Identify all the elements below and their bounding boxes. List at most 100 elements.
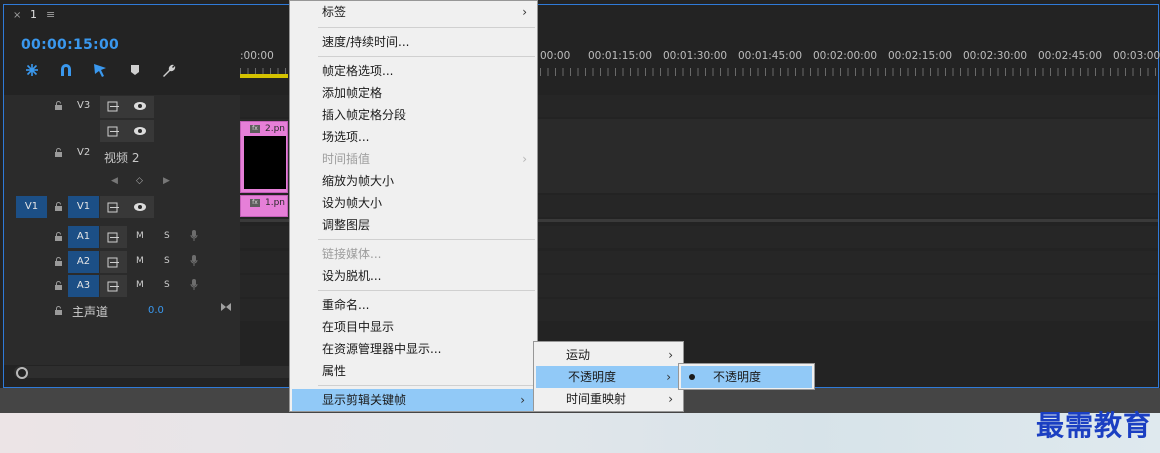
- playhead-timecode[interactable]: 00:00:15:00: [21, 37, 119, 53]
- lock-icon[interactable]: [54, 202, 63, 211]
- sync-lock-icon[interactable]: [107, 257, 120, 268]
- add-keyframe-icon[interactable]: ◇: [136, 176, 143, 186]
- solo-button-a3[interactable]: S: [164, 280, 170, 290]
- menu-item-label[interactable]: 标签 ›: [290, 1, 537, 23]
- mute-button-a1[interactable]: M: [136, 231, 144, 241]
- ruler-label: 00:02:15:00: [888, 50, 953, 62]
- menu-item-properties[interactable]: 属性: [290, 360, 537, 382]
- menu-item-insert-frame-hold[interactable]: 插入帧定格分段: [290, 104, 537, 126]
- clip-name: 2.pn: [265, 124, 286, 134]
- menu-item-link-media[interactable]: 链接媒体...: [290, 243, 537, 265]
- close-tab-icon[interactable]: ×: [13, 10, 21, 21]
- submenu-arrow-icon: ›: [522, 5, 527, 19]
- go-to-end-icon[interactable]: [220, 302, 232, 312]
- marker-icon[interactable]: [126, 62, 144, 78]
- ruler-label: 00:01:30:00: [663, 50, 728, 62]
- source-patch-v1[interactable]: V1: [16, 196, 47, 218]
- track-target-a2[interactable]: A2: [68, 251, 99, 273]
- mute-button-a2[interactable]: M: [136, 256, 144, 266]
- menu-item-time-interpolation[interactable]: 时间插值 ›: [290, 148, 537, 170]
- context-menu: 标签 › 速度/持续时间... 帧定格选项... 添加帧定格 插入帧定格分段 场选…: [289, 0, 538, 412]
- linked-selection-icon[interactable]: [92, 62, 110, 78]
- mute-button-a3[interactable]: M: [136, 280, 144, 290]
- submenu-item-motion[interactable]: 运动 ›: [534, 344, 683, 366]
- clip-thumbnail: [244, 136, 286, 189]
- menu-item-set-to-frame[interactable]: 设为帧大小: [290, 192, 537, 214]
- ruler-label: 00:02:30:00: [963, 50, 1028, 62]
- menu-item-speed-duration[interactable]: 速度/持续时间...: [290, 31, 537, 53]
- lock-icon[interactable]: [54, 101, 63, 110]
- microphone-icon[interactable]: [190, 254, 198, 267]
- sync-lock-icon[interactable]: [107, 232, 120, 243]
- opacity-submenu: 不透明度: [678, 363, 815, 390]
- menu-item-frame-hold-options[interactable]: 帧定格选项...: [290, 60, 537, 82]
- ruler-label: 00:01:15:00: [588, 50, 653, 62]
- track-target-v1[interactable]: V1: [68, 196, 99, 218]
- fx-badge: fx: [250, 125, 260, 133]
- lock-icon[interactable]: [54, 232, 63, 241]
- menu-item-scale-to-frame[interactable]: 缩放为帧大小: [290, 170, 537, 192]
- lock-icon[interactable]: [54, 148, 63, 157]
- checked-dot-icon: [689, 374, 695, 380]
- microphone-icon[interactable]: [190, 278, 198, 291]
- ruler-label: 00:02:00:00: [813, 50, 878, 62]
- menu-separator: [318, 56, 535, 57]
- eye-icon[interactable]: [133, 202, 147, 212]
- solo-button-a2[interactable]: S: [164, 256, 170, 266]
- track-name-v3: V3: [77, 100, 91, 111]
- menu-item-reveal-in-project[interactable]: 在项目中显示: [290, 316, 537, 338]
- menu-separator: [318, 239, 535, 240]
- ruler-label: 00:02:45:00: [1038, 50, 1103, 62]
- menu-item-show-clip-keyframes[interactable]: 显示剪辑关键帧 ›: [292, 389, 535, 411]
- sync-lock-icon[interactable]: [107, 101, 120, 112]
- ruler-label: 00:01:45:00: [738, 50, 803, 62]
- track-target-a1[interactable]: A1: [68, 226, 99, 248]
- lock-icon[interactable]: [54, 257, 63, 266]
- clip-v2[interactable]: fx 2.pn: [240, 121, 288, 193]
- eye-icon[interactable]: [133, 101, 147, 111]
- clip-name: 1.pn: [265, 198, 286, 208]
- master-track-title: 主声道: [72, 305, 109, 319]
- menu-item-field-options[interactable]: 场选项...: [290, 126, 537, 148]
- menu-separator: [318, 290, 535, 291]
- submenu-arrow-icon: ›: [520, 393, 525, 407]
- master-volume-value[interactable]: 0.0: [148, 305, 164, 316]
- menu-item-reveal-in-explorer[interactable]: 在资源管理器中显示...: [290, 338, 537, 360]
- scrollbar-handle[interactable]: [16, 367, 28, 379]
- magnet-icon[interactable]: [57, 62, 75, 78]
- fx-badge: fx: [250, 199, 260, 207]
- microphone-icon[interactable]: [190, 229, 198, 242]
- sync-lock-icon[interactable]: [107, 126, 120, 137]
- watermark-logo: 最需教育: [1036, 409, 1153, 442]
- menu-separator: [318, 385, 535, 386]
- wrench-icon[interactable]: [160, 62, 178, 78]
- prev-keyframe-icon[interactable]: ◀: [111, 176, 118, 186]
- next-keyframe-icon[interactable]: ▶: [163, 176, 170, 186]
- menu-item-adjustment-layer[interactable]: 调整图层: [290, 214, 537, 236]
- clip-v1[interactable]: fx 1.pn: [240, 195, 288, 217]
- horizontal-scrollbar[interactable]: [14, 366, 294, 378]
- sync-lock-icon[interactable]: [107, 281, 120, 292]
- sequence-tab[interactable]: 1: [30, 8, 37, 21]
- ruler-label: 00:03:00:0: [1113, 50, 1160, 62]
- menu-item-rename[interactable]: 重命名...: [290, 294, 537, 316]
- panel-menu-icon[interactable]: ≡: [46, 8, 55, 21]
- submenu-arrow-icon: ›: [666, 370, 671, 384]
- work-area-bar[interactable]: [240, 74, 288, 78]
- menu-separator: [318, 27, 535, 28]
- menu-item-make-offline[interactable]: 设为脱机...: [290, 265, 537, 287]
- eye-icon[interactable]: [133, 126, 147, 136]
- track-target-a3[interactable]: A3: [68, 275, 99, 297]
- submenu-item-opacity[interactable]: 不透明度 ›: [536, 366, 681, 388]
- submenu-item-time-remapping[interactable]: 时间重映射 ›: [534, 388, 683, 410]
- lock-icon[interactable]: [54, 281, 63, 290]
- sync-lock-icon[interactable]: [107, 202, 120, 213]
- ruler-label: :00:00: [240, 50, 274, 62]
- solo-button-a1[interactable]: S: [164, 231, 170, 241]
- submenu-item-opacity-checked[interactable]: 不透明度: [681, 366, 812, 388]
- lock-icon[interactable]: [54, 306, 63, 315]
- menu-item-add-frame-hold[interactable]: 添加帧定格: [290, 82, 537, 104]
- track-title-v2[interactable]: 视频 2: [104, 149, 139, 166]
- snap-icon[interactable]: [23, 62, 41, 78]
- ruler-label: 00:00: [540, 50, 571, 62]
